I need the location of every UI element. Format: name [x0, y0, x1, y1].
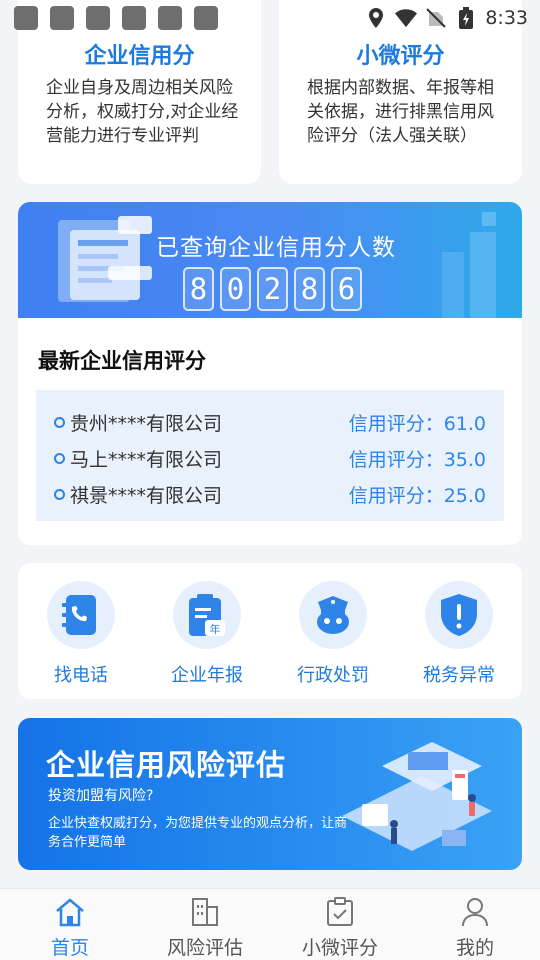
company-name: 祺景****有限公司 — [70, 484, 223, 507]
count-digit: 2 — [257, 267, 288, 311]
count-digit: 8 — [183, 267, 214, 311]
list-item[interactable]: 贵州****有限公司 信用评分：61.0 — [54, 409, 486, 435]
nav-home[interactable]: 首页 — [20, 895, 120, 960]
home-icon — [53, 895, 87, 929]
report-illustration — [58, 216, 152, 302]
entry-label: 企业年报 — [171, 665, 243, 686]
annual-report-button[interactable]: 年 企业年报 — [152, 581, 262, 687]
query-count-title: 已查询企业信用分人数 — [156, 235, 396, 261]
notification-icon — [158, 6, 182, 30]
nav-label: 风险评估 — [166, 937, 243, 959]
nav-micro-score[interactable]: 小微评分 — [290, 895, 390, 960]
credit-score: 信用评分：25.0 — [348, 484, 486, 507]
phone-book-icon — [47, 581, 115, 649]
count-digit: 0 — [220, 267, 251, 311]
bullet-icon — [54, 452, 65, 464]
count-digit: 6 — [331, 267, 362, 311]
latest-scores-title: 最新企业信用评分 — [38, 349, 206, 373]
clock: 8:33 — [485, 7, 528, 29]
credit-score: 信用评分：61.0 — [348, 412, 486, 435]
card-title: 企业信用分 — [84, 44, 195, 69]
nav-risk-assessment[interactable]: 风险评估 — [155, 895, 255, 960]
shield-alert-icon — [425, 581, 493, 649]
svg-text:年: 年 — [210, 622, 221, 636]
police-icon — [299, 581, 367, 649]
credit-score: 信用评分：35.0 — [348, 448, 486, 471]
annual-report-icon: 年 — [173, 581, 241, 649]
card-title: 小微评分 — [356, 44, 445, 69]
card-description: 企业自身及周边相关风险分析，权威打分,对企业经营能力进行专业评判 — [46, 78, 239, 146]
nav-label: 小微评分 — [301, 937, 378, 959]
count-digit: 8 — [294, 267, 325, 311]
risk-assessment-banner[interactable]: 企业信用风险评估 投资加盟有风险? 企业快查权威打分，为您提供专业的观点分析，让… — [18, 718, 522, 870]
query-count-digits: 8 0 2 8 6 — [183, 267, 362, 311]
notification-icon — [14, 6, 38, 30]
no-sim-icon — [425, 7, 447, 29]
notification-icon — [194, 6, 218, 30]
entry-label: 找电话 — [54, 665, 108, 686]
latest-scores-list: 贵州****有限公司 信用评分：61.0 马上****有限公司 信用评分：35.… — [36, 390, 504, 521]
nav-profile[interactable]: 我的 — [425, 895, 525, 960]
bullet-icon — [54, 416, 65, 428]
list-item[interactable]: 马上****有限公司 信用评分：35.0 — [54, 445, 486, 471]
nav-label: 我的 — [455, 937, 494, 959]
building-illustration — [442, 212, 496, 318]
find-phone-button[interactable]: 找电话 — [26, 581, 136, 687]
office-illustration — [342, 742, 492, 851]
entry-label: 税务异常 — [423, 665, 495, 686]
company-name: 贵州****有限公司 — [70, 412, 223, 435]
nav-label: 首页 — [50, 937, 89, 959]
card-description: 根据内部数据、年报等相关依据，进行排黑信用风险评分（法人强关联） — [307, 78, 494, 146]
notification-icon — [86, 6, 110, 30]
bottom-navigation: 首页 风险评估 小微评分 我的 — [0, 888, 540, 960]
wifi-icon — [395, 7, 418, 29]
clipboard-icon — [323, 895, 357, 929]
risk-banner-subtitle: 投资加盟有风险? — [48, 788, 154, 804]
battery-charging-icon — [455, 7, 477, 29]
status-bar: 8:33 — [0, 0, 540, 36]
list-item[interactable]: 祺景****有限公司 信用评分：25.0 — [54, 481, 486, 507]
user-icon — [458, 895, 492, 929]
notification-icon — [50, 6, 74, 30]
query-count-banner: 已查询企业信用分人数 8 0 2 8 6 — [18, 202, 522, 318]
image-notification-icon — [122, 6, 146, 30]
risk-banner-description: 企业快查权威打分，为您提供专业的观点分析，让商务合作更简单 — [48, 816, 348, 850]
location-icon — [365, 7, 387, 29]
risk-banner-title: 企业信用风险评估 — [46, 748, 287, 782]
building-icon — [188, 895, 222, 929]
admin-penalty-button[interactable]: 行政处罚 — [278, 581, 388, 687]
bullet-icon — [54, 488, 65, 500]
tax-abnormal-button[interactable]: 税务异常 — [404, 581, 514, 687]
credit-query-section: 已查询企业信用分人数 8 0 2 8 6 最新企业信用评分 贵州****有限公司… — [18, 202, 522, 545]
company-name: 马上****有限公司 — [70, 448, 223, 471]
quick-entry-grid: 找电话 年 企业年报 行政处罚 税务异常 — [18, 563, 522, 699]
entry-label: 行政处罚 — [297, 665, 369, 686]
